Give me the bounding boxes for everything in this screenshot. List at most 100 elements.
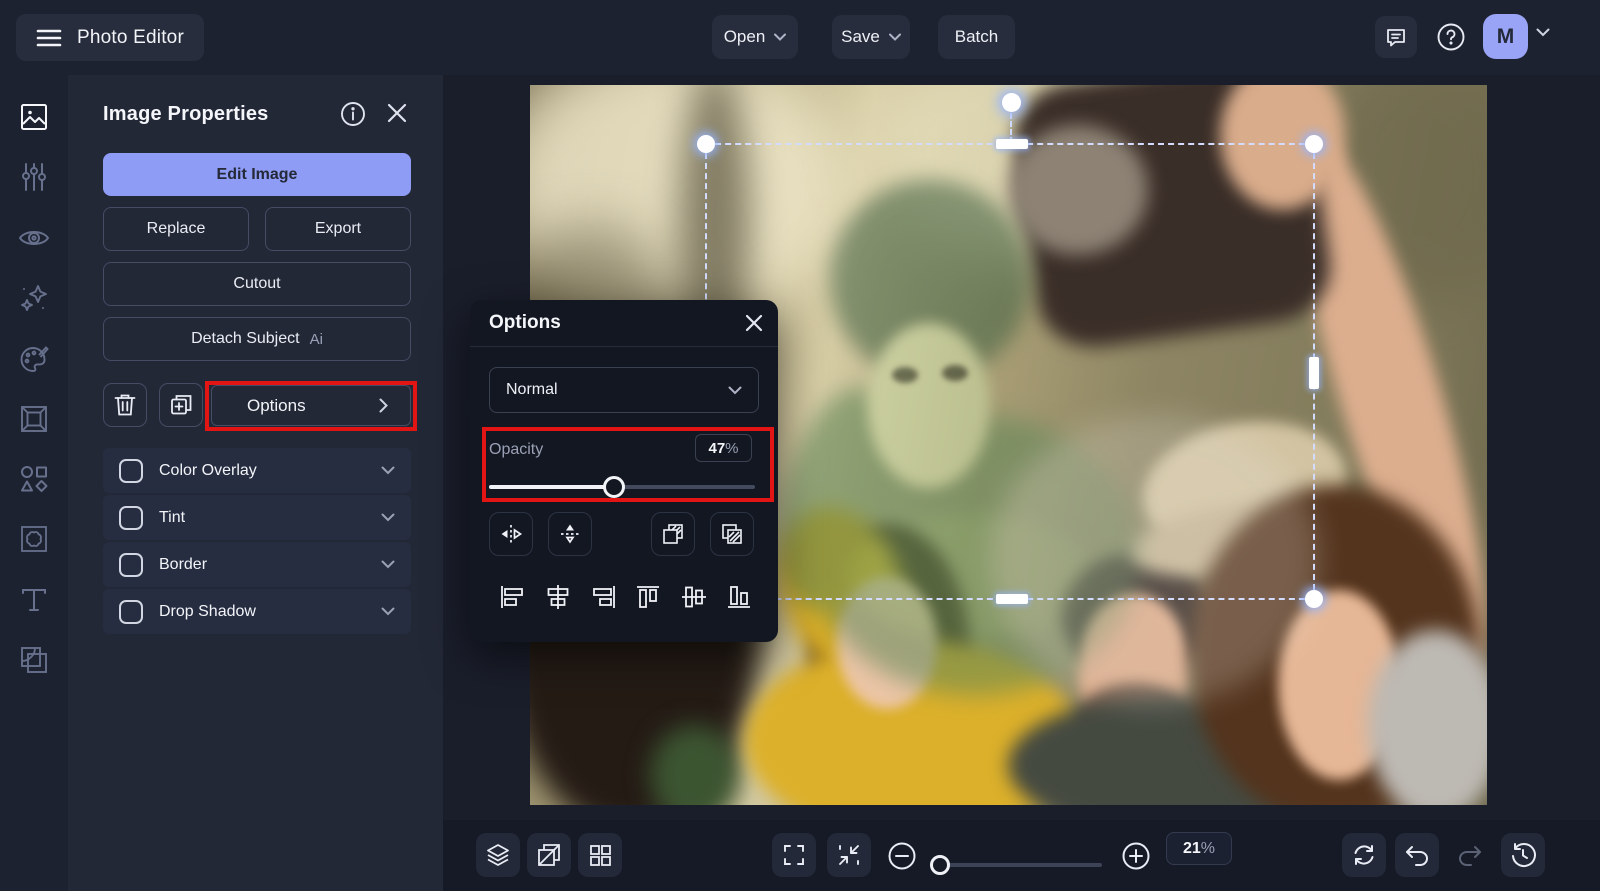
sidebar-item-image[interactable] [0, 91, 68, 143]
tint-label: Tint [159, 509, 381, 527]
send-backward-button[interactable] [710, 512, 754, 556]
toggle-row-drop-shadow[interactable]: Drop Shadow [103, 589, 411, 634]
zoom-level-box[interactable]: 21% [1166, 832, 1232, 865]
chevron-down-icon[interactable] [381, 607, 395, 616]
resize-handle-top[interactable] [996, 139, 1028, 149]
cutout-label: Cutout [233, 275, 280, 293]
feedback-button[interactable] [1375, 16, 1417, 58]
batch-button[interactable]: Batch [938, 15, 1015, 59]
sidebar-item-adjust[interactable] [0, 151, 68, 203]
flip-vertical-button[interactable] [548, 512, 592, 556]
canvas-zoom-slider[interactable] [932, 863, 1102, 867]
fit-screen-button[interactable] [827, 833, 871, 877]
layers-button[interactable] [476, 833, 520, 877]
canvas-zoom-knob[interactable] [930, 855, 950, 875]
sidebar-item-border[interactable] [0, 513, 68, 565]
undo-icon [1404, 844, 1430, 866]
tint-checkbox[interactable] [119, 506, 143, 530]
align-top-button[interactable] [634, 583, 662, 611]
duplicate-button[interactable] [159, 383, 203, 427]
align-top-icon [635, 584, 661, 610]
border-checkbox[interactable] [119, 553, 143, 577]
sidebar-item-text[interactable] [0, 574, 68, 626]
chevron-down-icon[interactable] [381, 513, 395, 522]
sidebar-item-paint[interactable] [0, 333, 68, 385]
options-button[interactable]: Options [211, 385, 411, 426]
sidebar-item-retouch[interactable] [0, 212, 68, 264]
drop-shadow-checkbox[interactable] [119, 600, 143, 624]
help-button[interactable] [1430, 16, 1472, 58]
sidebar-item-frame[interactable] [0, 393, 68, 445]
feedback-icon [1384, 25, 1408, 49]
chevron-down-icon [889, 33, 901, 41]
menu-button[interactable]: Photo Editor [16, 14, 204, 61]
align-center-horizontal-icon [545, 584, 571, 610]
options-popup: Options Normal Opacity 47% [470, 300, 778, 642]
resize-handle-top-left[interactable] [697, 135, 715, 153]
cutout-button[interactable]: Cutout [103, 262, 411, 306]
refresh-icon [1351, 842, 1377, 868]
resize-handle-top-right[interactable] [1305, 135, 1323, 153]
export-button[interactable]: Export [265, 207, 411, 251]
background-icon [19, 645, 49, 675]
align-center-horizontal-button[interactable] [544, 583, 572, 611]
chevron-down-icon[interactable] [381, 466, 395, 475]
toggle-row-tint[interactable]: Tint [103, 495, 411, 540]
image-properties-panel: Image Properties Edit Image Replace Expo… [68, 75, 443, 891]
detach-subject-label: Detach Subject [191, 330, 300, 348]
replace-button[interactable]: Replace [103, 207, 249, 251]
close-icon[interactable] [386, 102, 408, 124]
align-middle-vertical-button[interactable] [680, 583, 708, 611]
color-overlay-checkbox[interactable] [119, 459, 143, 483]
align-bottom-button[interactable] [725, 583, 753, 611]
hamburger-icon[interactable] [36, 28, 62, 48]
resize-canvas-button[interactable] [527, 833, 571, 877]
resize-handle-bottom[interactable] [996, 594, 1028, 604]
avatar[interactable]: M [1483, 14, 1528, 59]
align-right-button[interactable] [590, 583, 618, 611]
bring-forward-button[interactable] [651, 512, 695, 556]
history-button[interactable] [1501, 833, 1545, 877]
blend-mode-select[interactable]: Normal [489, 367, 759, 413]
zoom-out-button[interactable] [886, 840, 918, 872]
toggle-row-color-overlay[interactable]: Color Overlay [103, 448, 411, 493]
resize-handle-right[interactable] [1309, 357, 1319, 389]
elements-icon [19, 464, 49, 494]
eye-icon [18, 226, 50, 250]
opacity-slider[interactable] [489, 485, 755, 489]
open-button[interactable]: Open [712, 15, 798, 59]
sidebar-item-elements[interactable] [0, 453, 68, 505]
zoom-in-button[interactable] [1120, 840, 1152, 872]
align-left-button[interactable] [498, 583, 526, 611]
history-icon [1510, 842, 1536, 868]
sidebar-item-background[interactable] [0, 634, 68, 686]
account-chevron-down-icon[interactable] [1536, 28, 1550, 37]
rotate-handle[interactable] [1002, 93, 1021, 112]
resize-handle-bottom-right[interactable] [1305, 590, 1323, 608]
frame-icon [19, 404, 49, 434]
opacity-value-box[interactable]: 47% [695, 434, 752, 462]
undo-button[interactable] [1395, 833, 1439, 877]
blend-mode-value: Normal [506, 381, 558, 399]
save-button[interactable]: Save [832, 15, 910, 59]
reset-button[interactable] [1342, 833, 1386, 877]
redo-button[interactable] [1448, 833, 1492, 877]
opacity-slider-knob[interactable] [603, 476, 625, 498]
flip-horizontal-button[interactable] [489, 512, 533, 556]
flip-vertical-icon [560, 522, 580, 546]
sidebar-item-effects[interactable] [0, 272, 68, 324]
selection-box[interactable] [705, 143, 1315, 600]
info-icon[interactable] [340, 101, 366, 127]
edit-image-button[interactable]: Edit Image [103, 153, 411, 196]
detach-subject-button[interactable]: Detach Subject Ai [103, 317, 411, 361]
delete-button[interactable] [103, 383, 147, 427]
opacity-label: Opacity [489, 441, 543, 459]
popup-close-icon[interactable] [744, 313, 764, 333]
redo-icon [1457, 844, 1483, 866]
chevron-down-icon[interactable] [381, 560, 395, 569]
opacity-value: 47 [708, 440, 725, 457]
border-icon [19, 524, 49, 554]
fullscreen-button[interactable] [772, 833, 816, 877]
templates-button[interactable] [578, 833, 622, 877]
toggle-row-border[interactable]: Border [103, 542, 411, 587]
